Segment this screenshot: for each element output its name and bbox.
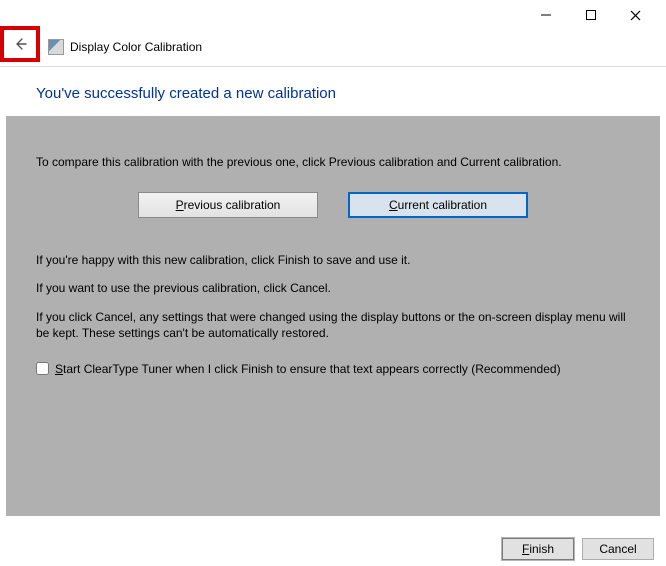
footer-buttons: Finish Cancel: [502, 538, 654, 560]
close-button[interactable]: [613, 0, 658, 30]
calibration-buttons: Previous calibration Current calibration: [36, 192, 630, 218]
app-title: Display Color Calibration: [70, 40, 202, 54]
previous-calibration-button[interactable]: Previous calibration: [138, 192, 318, 218]
content-panel: To compare this calibration with the pre…: [6, 116, 660, 516]
finish-button[interactable]: Finish: [502, 538, 574, 560]
page-heading: You've successfully created a new calibr…: [0, 67, 666, 116]
header: Display Color Calibration: [0, 30, 666, 64]
titlebar: [0, 0, 666, 30]
cleartype-option: Start ClearType Tuner when I click Finis…: [36, 361, 630, 377]
cleartype-checkbox[interactable]: [36, 362, 49, 375]
back-arrow-icon[interactable]: [12, 36, 28, 52]
cancel-instruction: If you want to use the previous calibrat…: [36, 280, 630, 296]
cleartype-label[interactable]: Start ClearType Tuner when I click Finis…: [55, 361, 561, 377]
compare-instruction: To compare this calibration with the pre…: [36, 154, 630, 170]
maximize-button[interactable]: [568, 0, 613, 30]
current-calibration-button[interactable]: Current calibration: [348, 192, 528, 218]
finish-instruction: If you're happy with this new calibratio…: [36, 252, 630, 268]
app-icon: [48, 39, 64, 55]
cancel-button[interactable]: Cancel: [582, 538, 654, 560]
back-button-highlight: [0, 26, 40, 62]
minimize-button[interactable]: [523, 0, 568, 30]
cancel-warning: If you click Cancel, any settings that w…: [36, 309, 630, 341]
